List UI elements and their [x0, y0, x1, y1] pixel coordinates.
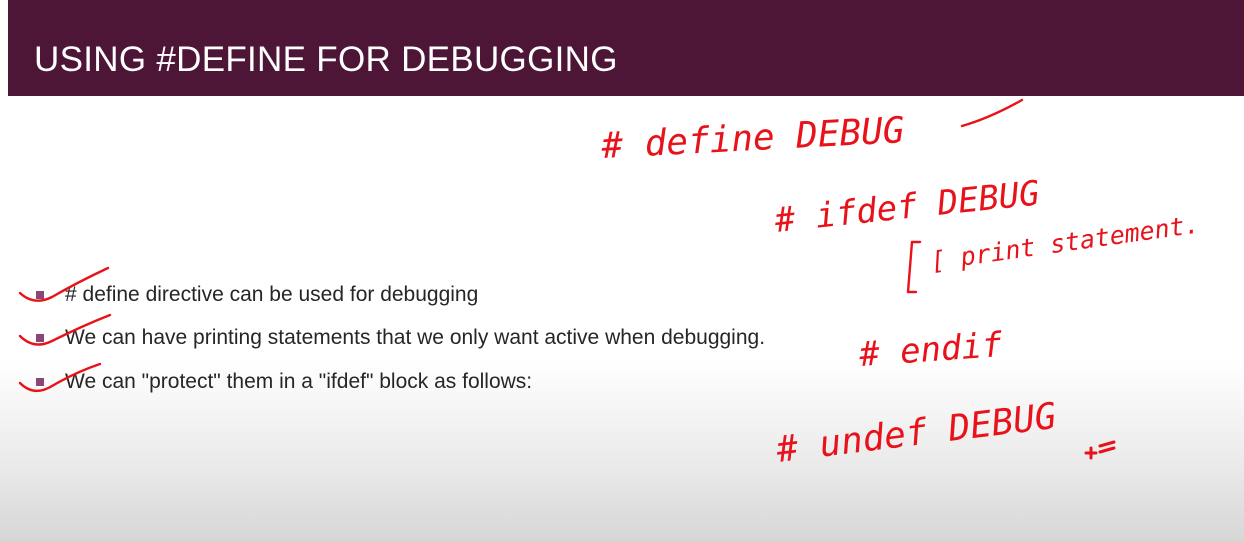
ink-define-debug: # define DEBUG — [599, 110, 905, 167]
checkmark — [18, 313, 112, 346]
ink-ifdef-debug: # ifdef DEBUG — [772, 173, 1042, 241]
pen-cursor-icon — [1084, 440, 1116, 460]
ink-tick — [960, 98, 1024, 128]
ink-undef-debug: # undef DEBUG — [773, 396, 1059, 471]
handwritten-annotations: # define DEBUG # ifdef DEBUG [ print sta… — [18, 98, 1201, 471]
ink-bracket — [906, 240, 922, 294]
checkmark — [18, 362, 102, 392]
ink-endif: # endif — [857, 325, 1004, 375]
checkmark — [18, 266, 110, 302]
